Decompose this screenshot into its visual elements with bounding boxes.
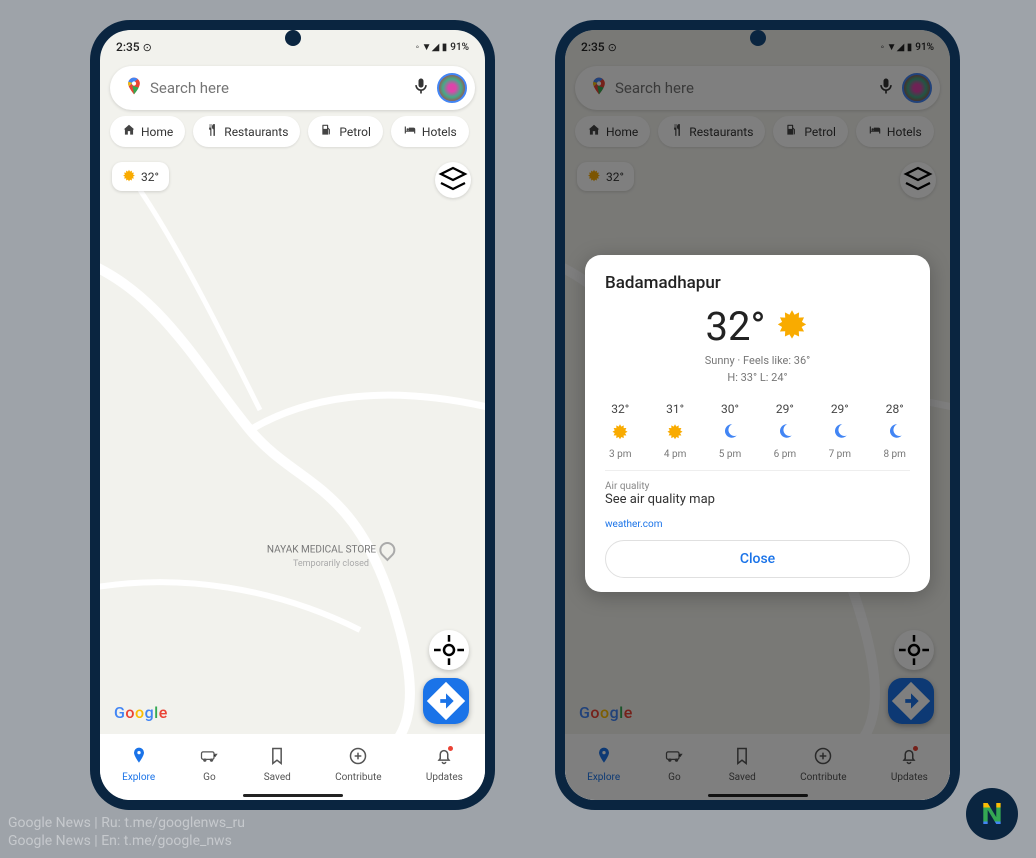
moon-icon bbox=[721, 422, 739, 443]
sun-icon bbox=[122, 168, 136, 185]
image-credits: Google News | Ru: t.me/googlenws_ru Goog… bbox=[8, 814, 245, 850]
nav-explore[interactable]: Explore bbox=[122, 746, 155, 783]
hourly-forecast: 32° 3 pm 31° 4 pm 30° 5 pm 29° 6 pm 29° … bbox=[609, 402, 906, 460]
poi-pin-icon bbox=[376, 539, 399, 562]
source-badge: N bbox=[966, 788, 1018, 840]
contribute-icon bbox=[348, 746, 368, 769]
saved-icon bbox=[267, 746, 287, 769]
gesture-bar bbox=[243, 794, 343, 797]
go-icon bbox=[199, 746, 219, 769]
google-logo: Google bbox=[114, 703, 168, 722]
bottom-nav: Explore Go Saved Contribute Updates bbox=[100, 734, 485, 800]
current-temp: 32° bbox=[605, 303, 910, 350]
weather-source-link[interactable]: weather.com bbox=[605, 519, 910, 530]
directions-button[interactable] bbox=[423, 678, 469, 724]
hour-slot: 28° 8 pm bbox=[883, 402, 906, 460]
weather-location: Badamadhapur bbox=[605, 273, 910, 293]
nav-updates[interactable]: Updates bbox=[426, 746, 463, 783]
camera-cutout bbox=[750, 30, 766, 46]
poi-label[interactable]: NAYAK MEDICAL STORE Temporarily closed bbox=[267, 542, 395, 570]
layers-button[interactable] bbox=[435, 162, 471, 198]
hour-slot: 32° 3 pm bbox=[609, 402, 632, 460]
sun-icon bbox=[666, 422, 684, 443]
nav-go[interactable]: Go bbox=[199, 746, 219, 783]
weather-chip[interactable]: 32° bbox=[112, 162, 169, 191]
phone-left: 2:35 ⊙ ◦ ▼◢ ▮91% Home Restaurants Petrol… bbox=[90, 20, 495, 810]
close-button[interactable]: Close bbox=[605, 540, 910, 578]
nav-contribute[interactable]: Contribute bbox=[335, 746, 382, 783]
camera-cutout bbox=[285, 30, 301, 46]
hour-slot: 30° 5 pm bbox=[719, 402, 742, 460]
sun-icon bbox=[775, 303, 809, 350]
moon-icon bbox=[831, 422, 849, 443]
air-quality-row[interactable]: Air quality See air quality map bbox=[605, 470, 910, 513]
moon-icon bbox=[886, 422, 904, 443]
hour-slot: 29° 7 pm bbox=[829, 402, 852, 460]
hour-slot: 31° 4 pm bbox=[664, 402, 687, 460]
notification-dot bbox=[448, 746, 453, 751]
weather-hilo: H: 33° L: 24° bbox=[605, 371, 910, 384]
weather-card: Badamadhapur 32° Sunny · Feels like: 36°… bbox=[585, 255, 930, 592]
map-area[interactable]: 32° NAYAK MEDICAL STORE Temporarily clos… bbox=[100, 152, 485, 800]
nav-saved[interactable]: Saved bbox=[264, 746, 291, 783]
my-location-button[interactable] bbox=[429, 630, 469, 670]
hour-slot: 29° 6 pm bbox=[774, 402, 797, 460]
phone-right: 2:35 ⊙ ◦ ▼◢ ▮91% Home Restaurants Petrol… bbox=[555, 20, 960, 810]
explore-icon bbox=[129, 746, 149, 769]
moon-icon bbox=[776, 422, 794, 443]
weather-summary: Sunny · Feels like: 36° bbox=[605, 354, 910, 367]
sun-icon bbox=[611, 422, 629, 443]
